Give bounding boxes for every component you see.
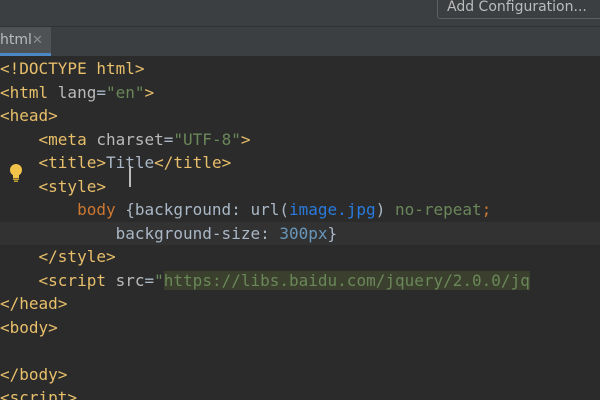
code-line-6: <style> [0,175,600,199]
code-line-10: <script src="https://libs.baidu.com/jque… [0,269,600,293]
token: ) [375,200,386,219]
code-line-3: <head> [0,104,600,128]
token: url( [250,200,289,219]
token: = [163,129,174,149]
token: <head> [0,106,58,125]
token: </head> [0,294,68,313]
token: : [231,200,251,219]
token: https://libs.baidu.com/jquery/2.0.0/jq [163,270,530,290]
code-line-7: body {background: url(image.jpg) no-repe… [0,198,600,222]
code-line-1: <!DOCTYPE html> [0,57,600,81]
code-line-2: <html lang="en"> [0,81,600,105]
token: : [260,223,280,243]
token: </title> [154,153,232,172]
token: " [154,270,164,290]
token: } [327,223,338,243]
token: <body> [0,317,58,337]
code-editor[interactable]: <!DOCTYPE html> <html lang="en"> <head> … [0,57,600,400]
tab-label: html [0,32,32,48]
text-caret [129,166,131,187]
token: "en" [105,82,145,102]
token: </body> [0,364,68,384]
add-configuration-button[interactable]: Add Configuration... [437,0,600,19]
token: <style> [38,176,106,196]
code-line-15: <script> [0,386,600,400]
token: > [144,82,155,102]
token: image.jpg [288,200,376,219]
code-line-5: <title>Title</title> [0,151,600,175]
token: </style> [38,247,116,266]
token: no-repeat [385,200,482,219]
token: <script [38,270,116,290]
top-toolbar: Add Configuration... [0,0,600,27]
token: 300px [279,223,328,243]
token: background-size [115,223,261,243]
tab-html[interactable]: html ✕ [0,27,51,56]
token: <title> [38,153,106,172]
editor-tab-bar: html ✕ [0,27,600,57]
token: body [77,200,116,219]
code-line-11: </head> [0,292,600,316]
code-line-8: background-size: 300px} [0,221,600,245]
token: > [240,129,251,149]
code-line-4: <meta charset="UTF-8"> [0,128,600,152]
code-line-12: <body> [0,316,600,340]
lightbulb-icon[interactable] [8,163,24,183]
token: src [115,270,145,290]
token: <script> [0,388,78,400]
token: lang [57,82,97,102]
close-icon[interactable]: ✕ [32,27,43,54]
token: charset [96,129,164,149]
token: <meta [38,129,97,149]
token: "UTF-8" [173,129,241,149]
token: = [144,270,155,290]
token: <html [0,82,58,102]
token: background [134,200,232,219]
code-line-14: </body> [0,363,600,387]
token: = [96,82,106,102]
token: <!DOCTYPE html> [0,59,145,78]
code-line-9: </style> [0,245,600,269]
token: ; [481,200,492,219]
token: { [115,200,135,219]
